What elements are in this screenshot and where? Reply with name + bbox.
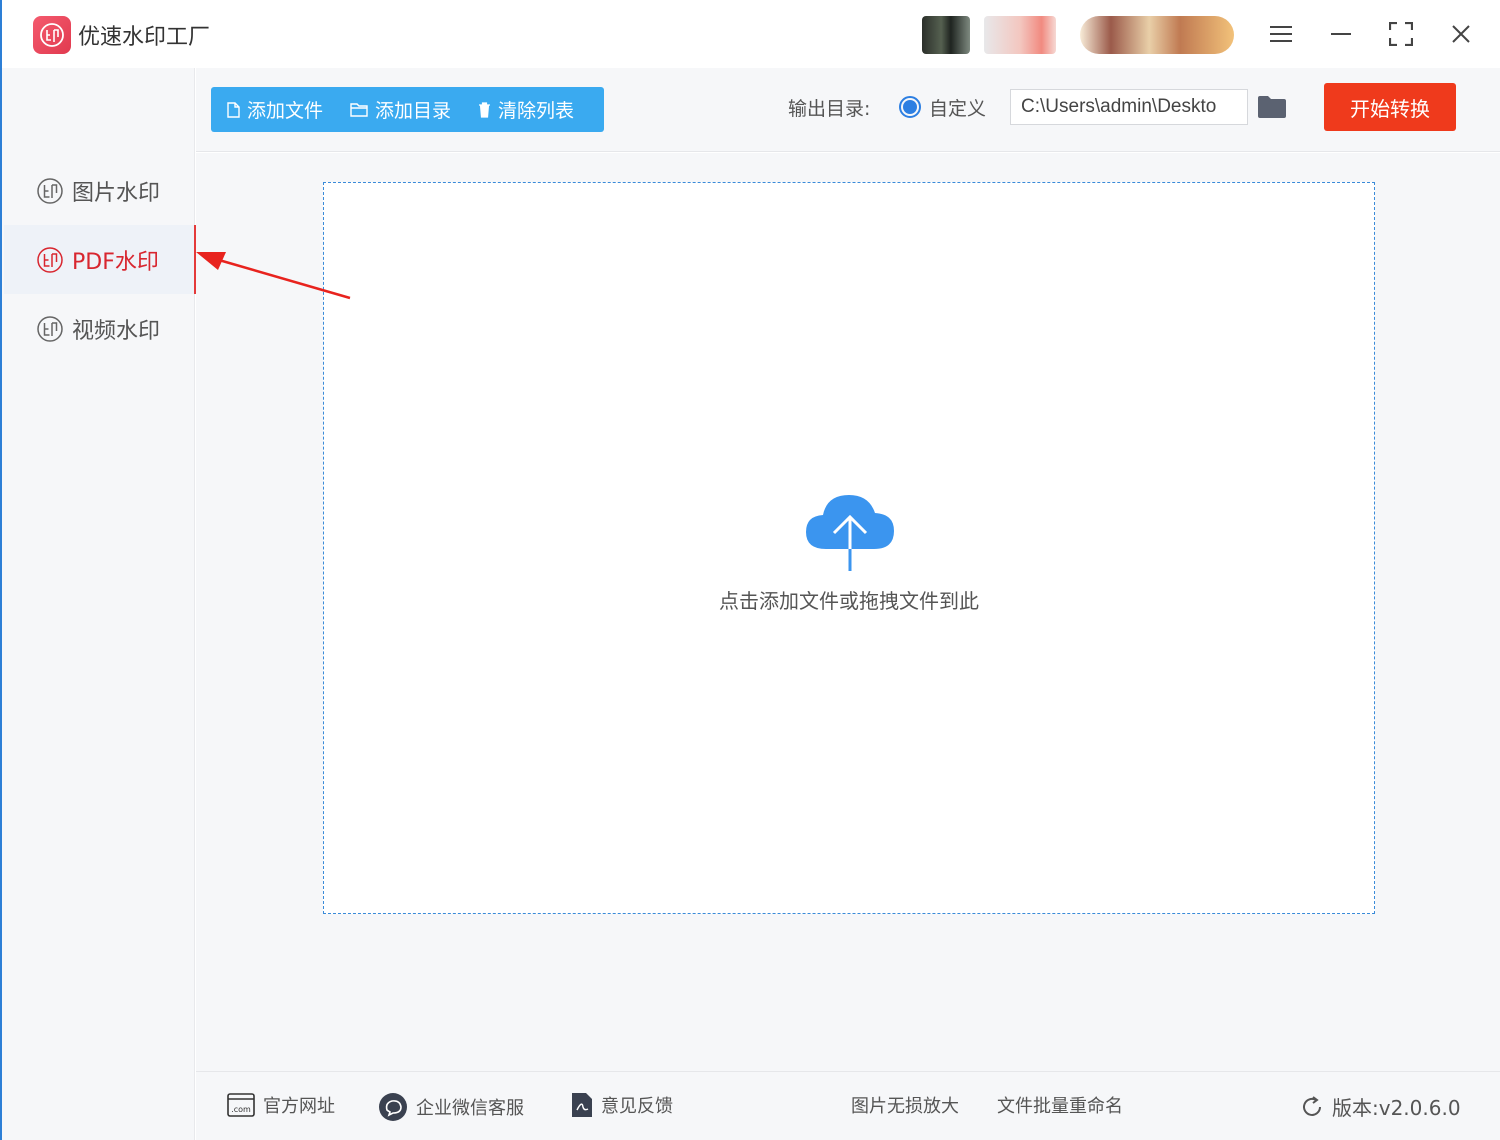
sidebar-item-label: 视频水印 bbox=[72, 318, 161, 344]
sidebar-item-video-watermark[interactable]: 视频水印 bbox=[4, 294, 196, 363]
sidebar-item-pdf-watermark[interactable]: PDF水印 bbox=[4, 225, 197, 294]
user-avatar[interactable] bbox=[922, 16, 970, 54]
stamp-icon bbox=[37, 246, 63, 273]
stamp-icon bbox=[37, 315, 63, 342]
cloud-upload-icon bbox=[806, 495, 894, 571]
close-button[interactable] bbox=[1441, 14, 1481, 54]
clear-list-label: 清除列表 bbox=[498, 100, 575, 122]
minimize-button[interactable] bbox=[1321, 14, 1361, 54]
sidebar-item-image-watermark[interactable]: 图片水印 bbox=[4, 156, 196, 225]
file-icon bbox=[227, 101, 240, 118]
custom-radio-label[interactable]: 自定义 bbox=[929, 94, 986, 121]
folder-icon bbox=[1258, 96, 1286, 118]
image-enlarge-link[interactable]: 图片无损放大 bbox=[851, 1092, 959, 1118]
start-convert-button[interactable]: 开始转换 bbox=[1324, 83, 1456, 131]
menu-button[interactable] bbox=[1261, 14, 1301, 54]
version-label: 版本:v2.0.6.0 bbox=[1332, 1096, 1461, 1120]
clear-list-button[interactable]: 清除列表 bbox=[462, 87, 585, 132]
batch-rename-label: 文件批量重命名 bbox=[997, 1096, 1123, 1117]
image-enlarge-label: 图片无损放大 bbox=[851, 1096, 959, 1117]
refresh-icon bbox=[1303, 1095, 1321, 1116]
close-icon bbox=[1452, 25, 1470, 43]
website-label: 官方网址 bbox=[263, 1096, 335, 1117]
folder-icon bbox=[350, 103, 368, 117]
output-path-input[interactable] bbox=[1010, 89, 1248, 125]
add-folder-button[interactable]: 添加目录 bbox=[334, 87, 462, 132]
footer: .com 官方网址 企业微信客服 意见反馈 图片无损放大 文件批量重命名 版本:… bbox=[196, 1071, 1500, 1140]
hamburger-icon bbox=[1270, 26, 1292, 42]
maximize-icon bbox=[1389, 22, 1413, 46]
batch-rename-link[interactable]: 文件批量重命名 bbox=[997, 1092, 1123, 1118]
svg-text:.com: .com bbox=[231, 1105, 251, 1114]
title-bar: 优速水印工厂 bbox=[0, 0, 1500, 68]
output-dir-label: 输出目录: bbox=[788, 98, 871, 120]
vip-badge-blurred[interactable] bbox=[1080, 16, 1234, 54]
file-button-group: 添加文件 添加目录 清除列表 bbox=[211, 87, 604, 132]
browse-folder-button[interactable] bbox=[1257, 95, 1287, 119]
feedback-link[interactable]: 意见反馈 bbox=[571, 1092, 673, 1118]
chat-icon bbox=[379, 1093, 407, 1121]
sidebar-item-label: PDF水印 bbox=[72, 249, 159, 275]
add-file-button[interactable]: 添加文件 bbox=[211, 87, 334, 132]
wechat-service-link[interactable]: 企业微信客服 bbox=[378, 1092, 524, 1122]
wechat-service-label: 企业微信客服 bbox=[416, 1098, 524, 1119]
minimize-icon bbox=[1331, 33, 1351, 35]
main-area: 点击添加文件或拖拽文件到此 bbox=[196, 153, 1500, 1071]
version-info[interactable]: 版本:v2.0.6.0 bbox=[1300, 1092, 1461, 1121]
sidebar: 图片水印 PDF水印 视频水印 bbox=[0, 68, 197, 1140]
feedback-label: 意见反馈 bbox=[601, 1096, 673, 1117]
app-title: 优速水印工厂 bbox=[78, 25, 211, 50]
add-folder-label: 添加目录 bbox=[375, 100, 452, 122]
file-drop-zone[interactable]: 点击添加文件或拖拽文件到此 bbox=[323, 182, 1375, 914]
user-name-blurred bbox=[984, 16, 1056, 54]
website-link[interactable]: .com 官方网址 bbox=[227, 1092, 335, 1118]
website-icon: .com bbox=[227, 1093, 255, 1117]
toolbar: 添加文件 添加目录 清除列表 输出目录: 自定义 开始转换 bbox=[196, 68, 1500, 152]
drop-zone-hint: 点击添加文件或拖拽文件到此 bbox=[719, 589, 979, 613]
maximize-button[interactable] bbox=[1381, 14, 1421, 54]
add-file-label: 添加文件 bbox=[247, 100, 324, 122]
custom-radio[interactable] bbox=[899, 96, 921, 118]
feedback-icon bbox=[572, 1093, 592, 1117]
sidebar-item-label: 图片水印 bbox=[72, 180, 161, 206]
stamp-icon bbox=[37, 177, 63, 204]
app-logo-icon bbox=[33, 16, 71, 54]
annotation-arrow-icon bbox=[196, 252, 351, 300]
trash-icon bbox=[479, 101, 491, 118]
